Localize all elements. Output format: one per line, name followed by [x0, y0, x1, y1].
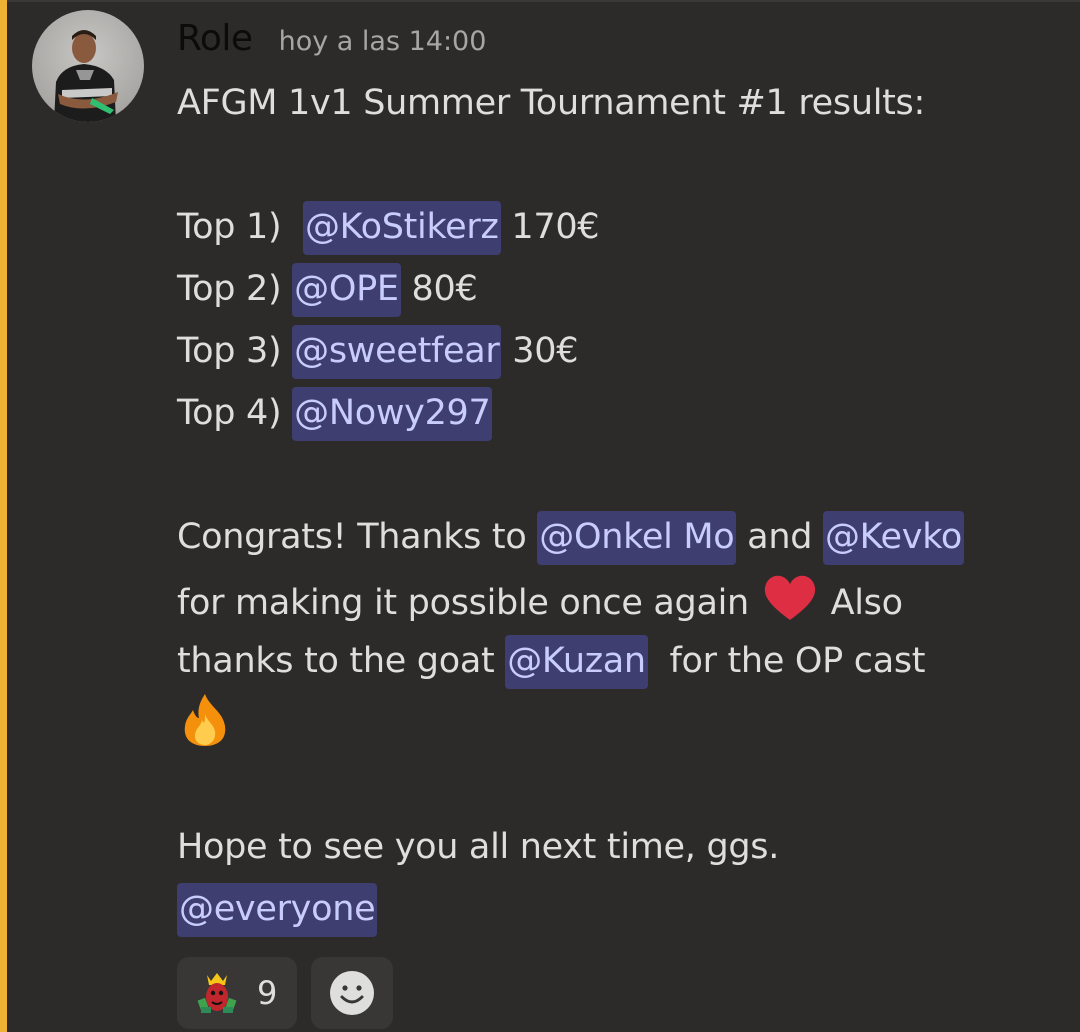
message-text: Top 1)	[177, 207, 303, 247]
message-text: 80€	[400, 269, 478, 309]
reaction-button[interactable]: 9	[177, 957, 297, 1029]
message-text: Top 3)	[177, 331, 293, 371]
message-text: 30€	[501, 331, 579, 371]
add-reaction-icon	[330, 971, 374, 1015]
user-mention[interactable]: @sweetfear	[292, 325, 502, 379]
message-line: AFGM 1v1 Summer Tournament #1 results:	[177, 72, 1057, 134]
user-mention[interactable]: @Kevko	[822, 511, 965, 565]
message-header: Role hoy a las 14:00	[177, 18, 486, 68]
heart-emoji-icon[interactable]	[760, 568, 820, 628]
user-mention[interactable]: @Onkel Mo	[537, 511, 737, 565]
reactions-bar: 9	[177, 957, 393, 1029]
divider	[7, 0, 1080, 2]
message-line	[177, 692, 1057, 754]
message-text: Hope to see you all next time, ggs.	[177, 827, 780, 867]
message-text: AFGM 1v1 Summer Tournament #1 results:	[177, 83, 925, 123]
add-reaction-button[interactable]	[311, 957, 393, 1029]
message-line: Top 3) @sweetfear 30€	[177, 320, 1057, 382]
message-text: for making it possible once again	[177, 583, 760, 623]
message-line: Congrats! Thanks to @Onkel Mo and @Kevko	[177, 506, 1057, 568]
message-line: thanks to the goat @Kuzan for the OP cas…	[177, 630, 1057, 692]
message-line: Top 1) @KoStikerz 170€	[177, 196, 1057, 258]
chat-message: Role hoy a las 14:00 AFGM 1v1 Summer Tou…	[0, 0, 1080, 1032]
user-mention[interactable]: @OPE	[292, 263, 401, 317]
message-text: Top 4)	[177, 393, 293, 433]
reaction-count: 9	[257, 974, 278, 1012]
custom-emote-icon	[197, 973, 237, 1013]
message-line: Top 2) @OPE 80€	[177, 258, 1057, 320]
message-text: Top 2)	[177, 269, 293, 309]
avatar-image	[54, 30, 118, 122]
message-line: for making it possible once again Also	[177, 568, 1057, 630]
message-text: for the OP cast	[647, 641, 926, 681]
message-text: Also	[819, 583, 903, 623]
author-name[interactable]: Role	[177, 18, 253, 59]
message-text: and	[736, 517, 823, 557]
highlight-accent-bar	[0, 0, 7, 1032]
message-text: thanks to the goat	[177, 641, 506, 681]
timestamp[interactable]: hoy a las 14:00	[279, 26, 487, 57]
user-mention[interactable]: @Nowy297	[292, 387, 493, 441]
message-line: @everyone	[177, 878, 1057, 940]
message-line: Hope to see you all next time, ggs.	[177, 816, 1057, 878]
user-mention[interactable]: @KoStikerz	[302, 201, 501, 255]
message-text: Congrats! Thanks to	[177, 517, 538, 557]
everyone-mention[interactable]: @everyone	[177, 883, 378, 937]
message-line: Top 4) @Nowy297	[177, 382, 1057, 444]
message-content: AFGM 1v1 Summer Tournament #1 results: T…	[177, 72, 1057, 940]
fire-emoji-icon[interactable]	[177, 692, 233, 748]
avatar[interactable]	[32, 10, 144, 122]
message-text: 170€	[500, 207, 600, 247]
user-mention[interactable]: @Kuzan	[505, 635, 648, 689]
